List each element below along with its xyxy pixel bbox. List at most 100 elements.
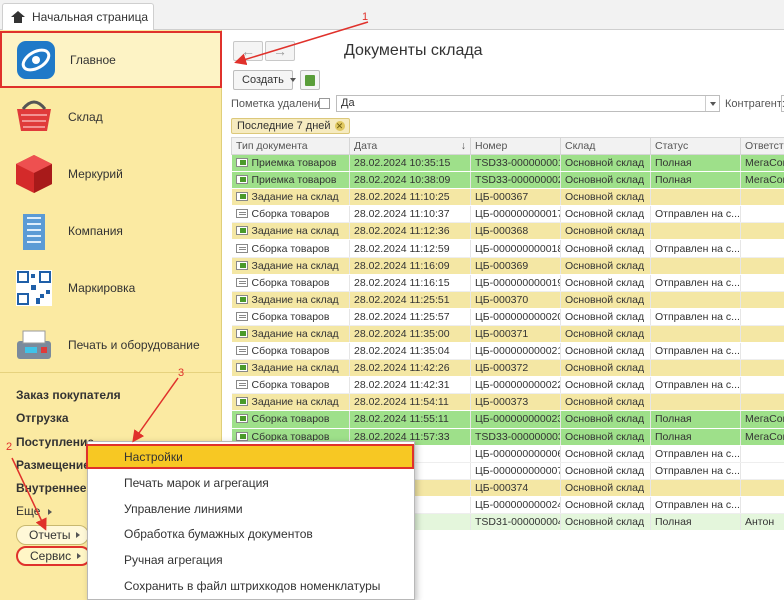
column-header-status[interactable]: Статус [650,137,741,155]
home-tab[interactable]: Начальная страница [2,3,154,30]
sidebar-section-marking[interactable]: Маркировка [0,259,222,316]
table-row[interactable]: Сборка товаров 28.02.2024 11:42:31 ЦБ-0000… [231,376,784,395]
table-row[interactable]: Задание на склад 28.02.2024 11:10:25 ЦБ-00… [231,188,784,207]
sidebar-section-label: Главное [70,52,116,67]
cell-type-text: Сборка товаров [251,276,330,289]
cell-responsible [740,496,784,514]
column-header-responsible[interactable]: Ответств [740,137,784,155]
create-button[interactable]: Создать [233,70,296,90]
sidebar-section-mercury[interactable]: Меркурий [0,145,222,202]
building-icon [12,209,56,253]
sidebar-link-internal[interactable]: Внутреннее [16,481,86,495]
dropdown-arrow-icon[interactable] [705,96,719,111]
cell-number-text: ЦБ-000374 [475,481,529,494]
close-icon[interactable]: ✕ [334,121,345,131]
doc-arrow-icon [235,175,248,185]
menu-item-manual-aggregation[interactable]: Ручная агрегация [88,547,414,572]
menu-item-save-barcodes[interactable]: Сохранить в файл штрихкодов номенклатуры [88,573,414,598]
cell-date: 28.02.2024 10:38:09 [349,171,471,190]
period-filter-tag[interactable]: Последние 7 дней ✕ [231,118,350,134]
counterparty-label: Контрагент: [725,98,784,110]
table-row[interactable]: Приемка товаров 28.02.2024 10:35:15 TSD33-… [231,154,784,173]
cell-warehouse-text: Основной склад [565,396,645,409]
sidebar-link-customer-order[interactable]: Заказ покупателя [16,388,121,402]
table-row[interactable]: Задание на склад 28.02.2024 11:54:11 ЦБ-00… [231,393,784,412]
sidebar-more-link[interactable]: Еще [16,504,52,518]
menu-item-line-management[interactable]: Управление линиями [88,496,414,521]
sidebar-section-print-equipment[interactable]: Печать и оборудование [0,316,222,373]
table-row[interactable]: Сборка товаров 28.02.2024 11:55:11 ЦБ-0000… [231,410,784,429]
table-row[interactable]: Приемка товаров 28.02.2024 10:38:09 TSD33-… [231,171,784,190]
cell-number: ЦБ-000367 [470,188,561,207]
cell-type-text: Сборка товаров [251,379,330,392]
printer-icon [12,323,56,367]
cell-status-text: Отправлен на с... [655,447,740,460]
cell-status-text: Отправлен на с... [655,242,740,255]
table-row[interactable]: Задание на склад 28.02.2024 11:12:36 ЦБ-00… [231,222,784,241]
create-label: Создать [242,74,284,86]
cell-number: ЦБ-000000000022 [470,376,561,395]
cell-responsible-text: МегаСов [745,430,784,443]
cell-date: 28.02.2024 11:54:11 [349,393,471,412]
doc-arrow-icon [235,260,248,270]
service-label: Сервис [30,549,72,563]
service-button[interactable]: Сервис [16,546,92,566]
cell-warehouse: Основной склад [560,393,651,412]
cell-status [650,188,741,207]
deletion-mark-checkbox[interactable] [319,98,330,109]
doc-arrow-icon [235,328,248,338]
cell-number: ЦБ-000374 [470,479,561,497]
table-row[interactable]: Сборка товаров 28.02.2024 11:25:57 ЦБ-0000… [231,308,784,326]
cell-number-text: ЦБ-000000000021 [475,345,561,358]
column-header-number[interactable]: Номер [470,137,561,155]
document-excel-button[interactable] [300,70,320,90]
forward-button[interactable]: → [265,41,295,61]
table-row[interactable]: Задание на склад 28.02.2024 11:16:09 ЦБ-00… [231,257,784,275]
doc-arrow-icon [235,431,248,441]
sidebar-section-main[interactable]: Главное [0,31,222,88]
cell-number-text: ЦБ-000368 [475,225,529,238]
table-row[interactable]: Задание на склад 28.02.2024 11:35:00 ЦБ-00… [231,325,784,344]
table-row[interactable]: Задание на склад 28.02.2024 11:25:51 ЦБ-00… [231,291,784,309]
cell-type: Задание на склад [231,257,350,275]
deletion-mark-select[interactable]: Да [336,95,720,112]
cell-number: ЦБ-000000000023 [470,410,561,429]
cell-warehouse: Основной склад [560,342,651,361]
sidebar-section-label: Компания [68,223,123,238]
cell-warehouse: Основной склад [560,376,651,395]
cell-date-text: 28.02.2024 11:35:00 [354,327,450,340]
cell-type: Сборка товаров [231,410,350,429]
sidebar-section-company[interactable]: Компания [0,202,222,259]
table-row[interactable]: Сборка товаров 28.02.2024 11:35:04 ЦБ-0000… [231,342,784,361]
column-header-warehouse[interactable]: Склад [560,137,651,155]
sidebar-section-warehouse[interactable]: Склад [0,88,222,145]
sidebar-link-shipment[interactable]: Отгрузка [16,411,69,425]
reports-button[interactable]: Отчеты [16,525,90,545]
menu-item-print-marks[interactable]: Печать марок и агрегация [88,470,414,495]
cell-number-text: ЦБ-000000000007 [475,464,561,477]
cell-responsible: МегаСов [740,154,784,173]
table-row[interactable]: Сборка товаров 28.02.2024 11:12:59 ЦБ-0000… [231,239,784,258]
table-row[interactable]: Задание на склад 28.02.2024 11:42:26 ЦБ-00… [231,359,784,378]
column-header-type[interactable]: Тип документа [231,137,350,155]
cell-type-text: Сборка товаров [251,345,330,358]
sidebar-link-receipt[interactable]: Поступление [16,435,94,449]
table-row[interactable]: Сборка товаров 28.02.2024 11:10:37 ЦБ-0000… [231,205,784,224]
menu-item-paper-documents[interactable]: Обработка бумажных документов [88,521,414,546]
cell-status: Полная [650,410,741,429]
cell-responsible [740,342,784,361]
cell-status [650,257,741,275]
doc-arrow-icon [235,397,248,407]
back-button[interactable]: ← [233,41,263,61]
cell-warehouse: Основной склад [560,205,651,224]
sidebar-section-label: Склад [68,109,103,124]
cell-responsible-text: МегаСов [745,174,784,187]
column-header-date[interactable]: Дата ↓ [349,137,471,155]
cell-responsible [740,359,784,378]
doc-arrow-icon [235,414,248,424]
sidebar-link-placement[interactable]: Размещение [16,458,90,472]
menu-item-settings[interactable]: Настройки [86,444,414,469]
table-row[interactable]: Сборка товаров 28.02.2024 11:16:15 ЦБ-0000… [231,274,784,292]
cell-status-text: Отправлен на с... [655,379,740,392]
cell-date-text: 28.02.2024 11:35:04 [354,345,450,358]
